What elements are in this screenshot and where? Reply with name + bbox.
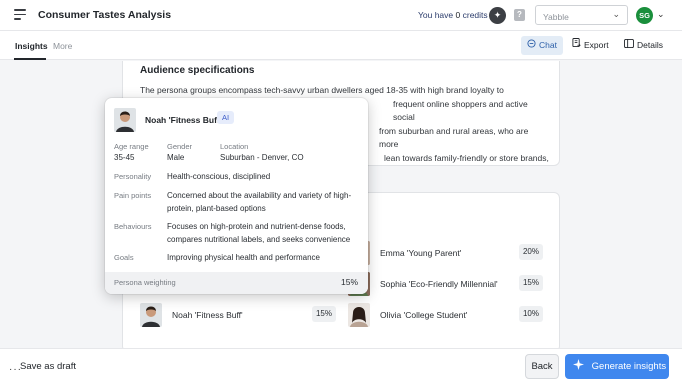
tab-insights[interactable]: Insights <box>15 41 48 51</box>
persona-weighting-row: Persona weighting 15% <box>105 272 368 294</box>
magic-wand-icon[interactable]: ✦ <box>489 7 506 24</box>
gender-label: Gender <box>167 142 193 151</box>
user-avatar[interactable]: SG <box>636 7 653 24</box>
tab-more[interactable]: More <box>53 41 72 51</box>
save-draft-button[interactable]: Save as draft <box>20 361 76 372</box>
details-button[interactable]: Details <box>621 36 669 55</box>
credits-indicator: You have 0 credits <box>418 10 488 20</box>
more-options-icon[interactable]: ··· <box>9 364 22 375</box>
persona-row-sophia[interactable]: Sophia 'Eco-Friendly Millennial' 15% <box>348 272 543 296</box>
persona-name: Sophia 'Eco-Friendly Millennial' <box>380 279 498 289</box>
location-value: Suburban - Denver, CO <box>220 153 304 162</box>
pain-points-value: Concerned about the availability and var… <box>167 190 351 215</box>
persona-avatar <box>348 303 370 327</box>
behaviours-line: compares nutritional labels, and seeks c… <box>167 234 351 244</box>
goals-label: Goals <box>114 253 134 262</box>
age-label: Age range <box>114 142 149 151</box>
chat-label: Chat <box>539 40 557 50</box>
personality-label: Personality <box>114 172 152 181</box>
credits-count: 0 <box>455 10 461 20</box>
persona-row-olivia[interactable]: Olivia 'College Student' 10% <box>348 303 543 327</box>
pain-points-line: Concerned about the availability and var… <box>167 191 352 200</box>
persona-weight: 10% <box>519 306 543 322</box>
audience-title: Audience specifications <box>140 65 255 76</box>
app-title: Consumer Tastes Analysis <box>38 9 172 21</box>
export-button[interactable]: Export <box>568 36 614 55</box>
persona-name: Emma 'Young Parent' <box>380 248 462 258</box>
location-label: Location <box>220 142 249 151</box>
persona-weight: 20% <box>519 244 543 260</box>
user-menu-chevron-icon[interactable]: ⌄ <box>657 9 665 20</box>
weighting-label: Persona weighting <box>114 278 176 287</box>
generate-insights-button[interactable]: Generate insights <box>565 354 669 379</box>
workspace-select-value: Yabble <box>543 12 569 22</box>
details-label: Details <box>637 40 663 50</box>
menu-icon[interactable] <box>14 9 26 21</box>
chevron-down-icon: ⌄ <box>612 9 620 19</box>
persona-weight: 15% <box>312 306 336 322</box>
sparkle-icon <box>573 359 587 372</box>
persona-popover: Noah 'Fitness Buff' AI Age range 35-45 G… <box>105 98 368 294</box>
credits-prefix: You have <box>418 10 454 20</box>
persona-name: Noah 'Fitness Buff' <box>172 310 243 320</box>
persona-weight: 15% <box>519 275 543 291</box>
export-icon <box>571 36 581 55</box>
chat-button[interactable]: Chat <box>521 36 563 55</box>
export-label: Export <box>584 40 609 50</box>
popover-persona-name: Noah 'Fitness Buff' <box>145 115 222 125</box>
footer-bar: Save as draft ··· Back Generate insights <box>0 348 682 387</box>
top-header: Consumer Tastes Analysis You have 0 cred… <box>0 0 682 31</box>
behaviours-line: Focuses on high-protein and nutrient-den… <box>167 222 346 231</box>
tab-bar: Insights More Chat Export Details <box>0 31 682 60</box>
help-icon[interactable]: ? <box>514 9 525 21</box>
chat-icon <box>526 36 536 55</box>
active-tab-indicator <box>14 58 46 60</box>
personality-value: Health-conscious, disciplined <box>167 172 271 181</box>
credits-suffix: credits <box>462 10 488 20</box>
panel-icon <box>624 36 634 55</box>
gender-value: Male <box>167 153 185 162</box>
pain-points-label: Pain points <box>114 191 152 200</box>
workspace-select[interactable]: Yabble ⌄ <box>535 5 628 25</box>
audience-line: The persona groups encompass tech-savvy … <box>140 85 504 95</box>
back-button[interactable]: Back <box>525 354 559 379</box>
behaviours-value: Focuses on high-protein and nutrient-den… <box>167 221 350 246</box>
persona-avatar <box>140 303 162 327</box>
popover-avatar <box>114 108 136 132</box>
behaviours-label: Behaviours <box>114 222 152 231</box>
ai-badge: AI <box>217 111 234 124</box>
pain-points-line: protein, plant-based options <box>167 203 266 213</box>
goals-value: Improving physical health and performanc… <box>167 253 320 262</box>
generate-insights-label: Generate insights <box>591 361 667 372</box>
persona-name: Olivia 'College Student' <box>380 310 468 320</box>
age-value: 35-45 <box>114 153 135 162</box>
persona-row-emma[interactable]: Emma 'Young Parent' 20% <box>348 241 543 265</box>
persona-row-noah[interactable]: Noah 'Fitness Buff' 15% <box>140 303 336 327</box>
weighting-value: 15% <box>340 277 358 287</box>
